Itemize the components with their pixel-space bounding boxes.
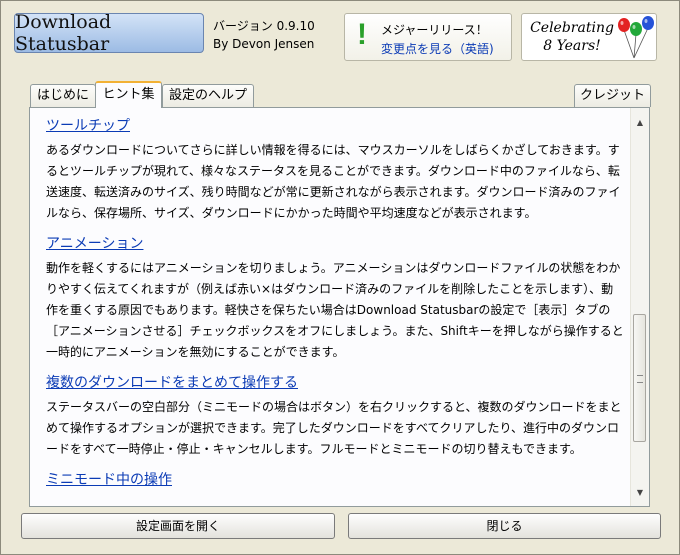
- section-title-tooltip[interactable]: ツールチップ: [46, 116, 628, 136]
- celebration-line-1: Celebrating: [530, 20, 614, 36]
- tab-intro[interactable]: はじめに: [30, 84, 96, 107]
- release-box: ! メジャーリリース！ 変更点を見る（英語): [344, 13, 512, 61]
- section-title-animation[interactable]: アニメーション: [46, 234, 628, 254]
- version-label: バージョン 0.9.10: [213, 19, 315, 33]
- help-window: Download Statusbar バージョン 0.9.10 By Devon…: [0, 0, 680, 555]
- scroll-up-icon[interactable]: ▲: [631, 114, 649, 132]
- section-body-tooltip: あるダウンロードについてさらに詳しい情報を得るには、マウスカーソルをしばらくかざ…: [46, 143, 621, 220]
- tab-credits[interactable]: クレジット: [574, 84, 651, 107]
- tab-tips[interactable]: ヒント集: [95, 81, 162, 108]
- tips-panel: ツールチップ あるダウンロードについてさらに詳しい情報を得るには、マウスカーソル…: [29, 107, 650, 507]
- celebration-badge: Celebrating 8 Years!: [521, 13, 657, 61]
- section-title-mini-mode[interactable]: ミニモード中の操作: [46, 470, 628, 490]
- exclamation-icon: !: [357, 18, 367, 51]
- app-logo: Download Statusbar: [14, 11, 204, 55]
- tab-settings-help[interactable]: 設定のヘルプ: [162, 84, 254, 107]
- scrollbar-thumb[interactable]: [633, 314, 646, 442]
- release-title: メジャーリリース！: [381, 23, 488, 37]
- close-button[interactable]: 閉じる: [348, 513, 661, 539]
- balloons-icon: [618, 16, 654, 59]
- tips-content[interactable]: ツールチップ あるダウンロードについてさらに詳しい情報を得るには、マウスカーソル…: [30, 108, 628, 506]
- celebration-line-2: 8 Years!: [543, 38, 601, 54]
- scroll-down-icon[interactable]: ▼: [631, 484, 649, 502]
- grip-icon: [637, 375, 643, 383]
- section-body-bulk-actions: ステータスバーの空白部分（ミニモードの場合はボタン）を右クリックすると、複数のダ…: [46, 400, 622, 456]
- view-changes-link[interactable]: 変更点を見る（英語): [381, 40, 494, 57]
- celebration-text: Celebrating 8 Years!: [526, 19, 618, 55]
- open-settings-button[interactable]: 設定画面を開く: [21, 513, 335, 539]
- vertical-scrollbar[interactable]: ▲ ▼: [630, 108, 649, 506]
- author-label: By Devon Jensen: [213, 37, 315, 51]
- section-body-animation: 動作を軽くするにはアニメーションを切りましょう。アニメーションはダウンロードファ…: [46, 261, 624, 359]
- section-title-bulk-actions[interactable]: 複数のダウンロードをまとめて操作する: [46, 373, 628, 393]
